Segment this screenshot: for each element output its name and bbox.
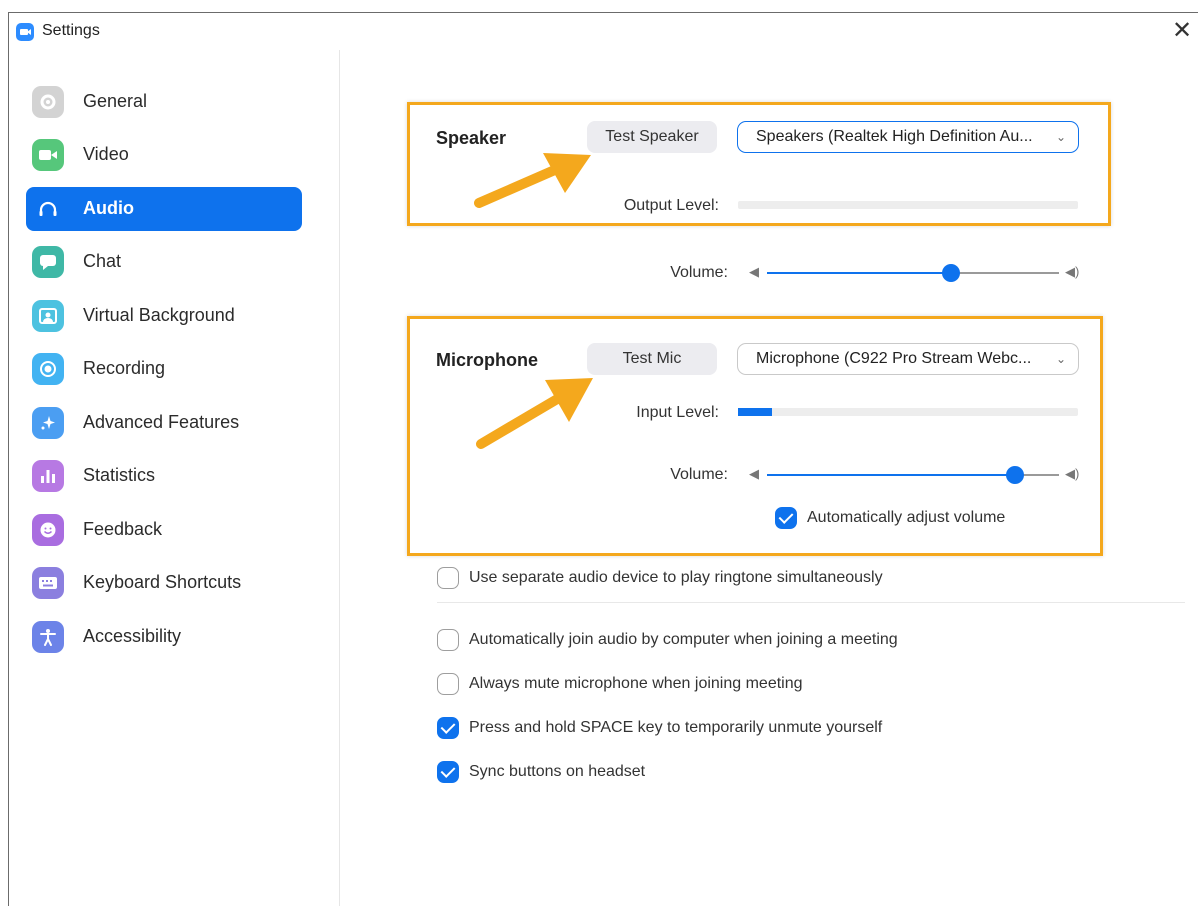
sidebar-item-video[interactable]: Video: [26, 133, 302, 177]
auto-adjust-volume-checkbox[interactable]: [775, 507, 797, 529]
sidebar-item-label: Chat: [83, 251, 122, 271]
output-level-label: Output Level:: [623, 197, 719, 214]
microphone-device-value: Microphone (C922 Pro Stream Webc...: [756, 350, 1032, 367]
zoom-app-icon: [16, 23, 34, 41]
speaker-volume-thumb[interactable]: [941, 264, 960, 282]
auto-adjust-volume-label: Automatically adjust volume: [807, 509, 1006, 526]
divider: [437, 602, 1185, 603]
test-mic-button[interactable]: Test Mic: [587, 343, 717, 375]
separate-ringtone-checkbox[interactable]: [437, 567, 459, 589]
person-frame-icon: [32, 300, 64, 332]
space-unmute-label: Press and hold SPACE key to temporarily …: [469, 719, 883, 736]
volume-low-icon: ◀: [749, 264, 759, 279]
speaker-arrow-annotation: [474, 153, 591, 208]
microphone-volume-label: Volume:: [670, 466, 728, 483]
accessibility-icon: [32, 621, 64, 653]
sidebar-item-advanced-features[interactable]: Advanced Features: [26, 401, 302, 445]
separate-ringtone-label: Use separate audio device to play ringto…: [469, 569, 883, 586]
speaker-volume-label: Volume:: [670, 264, 728, 281]
sparkle-icon: [32, 407, 64, 439]
sync-headset-label: Sync buttons on headset: [469, 763, 646, 780]
input-level-meter: [738, 408, 1078, 416]
camera-icon: [32, 139, 64, 171]
smiley-icon: [32, 514, 64, 546]
close-button[interactable]: ✕: [1168, 17, 1196, 45]
always-mute-label: Always mute microphone when joining meet…: [469, 675, 803, 692]
sidebar-item-keyboard-shortcuts[interactable]: Keyboard Shortcuts: [26, 561, 302, 605]
bar-chart-icon: [32, 460, 64, 492]
gear-icon: [32, 86, 64, 118]
microphone-arrow-annotation: [476, 378, 593, 449]
volume-high-icon: ◀): [1065, 264, 1080, 279]
sidebar-item-virtual-background[interactable]: Virtual Background: [26, 294, 302, 338]
microphone-volume-slider[interactable]: [767, 466, 1059, 484]
sidebar-item-label: Video: [83, 144, 129, 164]
auto-join-audio-label: Automatically join audio by computer whe…: [469, 631, 898, 648]
speaker-device-value: Speakers (Realtek High Definition Au...: [756, 128, 1033, 145]
settings-window: Settings ✕ General Video Audio Chat Virt…: [8, 12, 1198, 906]
sidebar-item-label: Keyboard Shortcuts: [83, 572, 242, 592]
input-level-label: Input Level:: [636, 404, 719, 421]
output-level-meter: [738, 201, 1078, 209]
microphone-device-select[interactable]: Microphone (C922 Pro Stream Webc... ⌄: [737, 343, 1079, 375]
sidebar-item-label: Virtual Background: [83, 305, 235, 325]
sidebar-item-label: Advanced Features: [83, 412, 240, 432]
chevron-down-icon: ⌄: [1055, 130, 1066, 144]
audio-settings-panel: Speaker Test Speaker Speakers (Realtek H…: [341, 50, 1198, 906]
space-unmute-checkbox[interactable]: [437, 717, 459, 739]
sidebar-item-chat[interactable]: Chat: [26, 240, 302, 284]
sidebar-item-label: General: [83, 91, 148, 111]
keyboard-icon: [32, 567, 64, 599]
sidebar-item-recording[interactable]: Recording: [26, 347, 302, 391]
input-level-fill: [738, 408, 772, 416]
window-title: Settings: [42, 22, 100, 39]
sidebar-item-label: Accessibility: [83, 626, 182, 646]
headphones-icon: [32, 193, 64, 225]
volume-high-icon: ◀): [1065, 466, 1080, 481]
sidebar-item-label: Statistics: [83, 465, 156, 485]
sidebar-item-statistics[interactable]: Statistics: [26, 454, 302, 498]
sidebar-item-general[interactable]: General: [26, 80, 302, 124]
sidebar-item-label: Audio: [83, 198, 134, 218]
record-icon: [32, 353, 64, 385]
speaker-device-select[interactable]: Speakers (Realtek High Definition Au... …: [737, 121, 1079, 153]
speaker-volume-slider[interactable]: [767, 264, 1059, 282]
volume-low-icon: ◀: [749, 466, 759, 481]
sidebar-item-label: Recording: [83, 358, 166, 378]
sidebar-item-feedback[interactable]: Feedback: [26, 508, 302, 552]
auto-join-audio-checkbox[interactable]: [437, 629, 459, 651]
sidebar-item-accessibility[interactable]: Accessibility: [26, 615, 302, 659]
settings-sidebar: General Video Audio Chat Virtual Backgro…: [9, 50, 340, 906]
microphone-volume-fill: [767, 474, 1016, 476]
sync-headset-checkbox[interactable]: [437, 761, 459, 783]
sidebar-item-audio[interactable]: Audio: [26, 187, 302, 231]
title-bar: Settings ✕: [9, 13, 1198, 49]
chevron-down-icon: ⌄: [1055, 352, 1066, 366]
speaker-volume-fill: [767, 272, 951, 274]
test-speaker-button[interactable]: Test Speaker: [587, 121, 717, 153]
chat-bubble-icon: [32, 246, 64, 278]
sidebar-item-label: Feedback: [83, 519, 163, 539]
always-mute-checkbox[interactable]: [437, 673, 459, 695]
